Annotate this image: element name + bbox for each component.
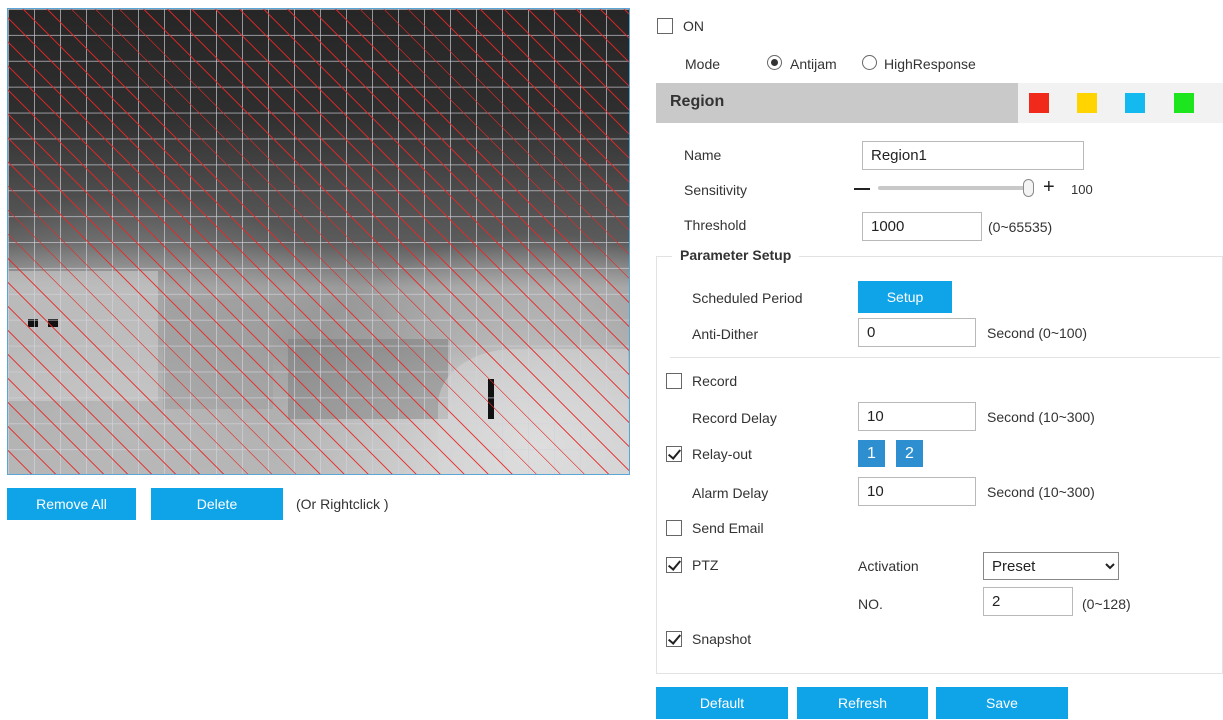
send-email-checkbox[interactable]	[666, 520, 682, 536]
relay-out-checkbox[interactable]	[666, 446, 682, 462]
region-name-input[interactable]	[862, 141, 1084, 170]
save-button[interactable]: Save	[936, 687, 1068, 719]
ptz-checkbox[interactable]	[666, 557, 682, 573]
ptz-no-label: NO.	[858, 596, 883, 612]
delete-button[interactable]: Delete	[151, 488, 283, 520]
parameter-setup-title: Parameter Setup	[672, 247, 800, 263]
enable-label: ON	[683, 18, 704, 34]
mode-highresponse-label: HighResponse	[884, 56, 976, 72]
refresh-button[interactable]: Refresh	[797, 687, 928, 719]
schedule-setup-button[interactable]: Setup	[858, 281, 952, 313]
record-label: Record	[692, 373, 738, 389]
rightclick-hint: (Or Rightclick )	[296, 496, 389, 512]
remove-all-button[interactable]: Remove All	[7, 488, 136, 520]
activation-label: Activation	[858, 558, 919, 574]
anti-dither-unit: Second (0~100)	[987, 325, 1088, 341]
region-color-red[interactable]	[1029, 93, 1049, 113]
region-title: Region	[670, 93, 725, 110]
snapshot-checkbox[interactable]	[666, 631, 682, 647]
activation-select[interactable]: Preset	[983, 552, 1119, 580]
name-label: Name	[684, 147, 722, 163]
record-delay-unit: Second (10~300)	[987, 409, 1095, 425]
default-button[interactable]: Default	[656, 687, 788, 719]
mode-label: Mode	[685, 56, 721, 72]
relay-channel-1[interactable]: 1	[858, 440, 885, 467]
region-color-yellow[interactable]	[1077, 93, 1097, 113]
anti-dither-input[interactable]	[858, 318, 976, 347]
snapshot-label: Snapshot	[692, 631, 752, 647]
mode-antijam-label: Antijam	[790, 56, 837, 72]
section-divider	[670, 357, 1220, 358]
detection-grid-overlay[interactable]	[8, 9, 629, 474]
ptz-label: PTZ	[692, 557, 719, 573]
mode-antijam-radio[interactable]	[767, 55, 782, 70]
sensitivity-increase-icon[interactable]: +	[1043, 177, 1055, 197]
record-checkbox[interactable]	[666, 373, 682, 389]
region-color-green[interactable]	[1174, 93, 1194, 113]
alarm-delay-label: Alarm Delay	[692, 485, 769, 501]
sensitivity-slider-track[interactable]	[878, 186, 1034, 190]
enable-checkbox[interactable]	[657, 18, 673, 34]
relay-channel-2[interactable]: 2	[896, 440, 923, 467]
mode-highresponse-radio[interactable]	[862, 55, 877, 70]
anti-dither-label: Anti-Dither	[692, 326, 759, 342]
threshold-label: Threshold	[684, 217, 747, 233]
sensitivity-value: 100	[1071, 182, 1093, 197]
alarm-delay-input[interactable]	[858, 477, 976, 506]
alarm-delay-unit: Second (10~300)	[987, 484, 1095, 500]
ptz-no-range: (0~128)	[1082, 596, 1131, 612]
threshold-range: (0~65535)	[988, 219, 1053, 235]
send-email-label: Send Email	[692, 520, 764, 536]
sensitivity-label: Sensitivity	[684, 182, 748, 198]
record-delay-input[interactable]	[858, 402, 976, 431]
sensitivity-decrease-icon[interactable]	[854, 188, 870, 190]
region-color-blue[interactable]	[1125, 93, 1145, 113]
video-preview[interactable]	[7, 8, 630, 475]
ptz-no-input[interactable]	[983, 587, 1073, 616]
sensitivity-slider-handle[interactable]	[1023, 179, 1034, 197]
record-delay-label: Record Delay	[692, 410, 777, 426]
scheduled-period-label: Scheduled Period	[692, 290, 803, 306]
relay-out-label: Relay-out	[692, 446, 752, 462]
threshold-input[interactable]	[862, 212, 982, 241]
